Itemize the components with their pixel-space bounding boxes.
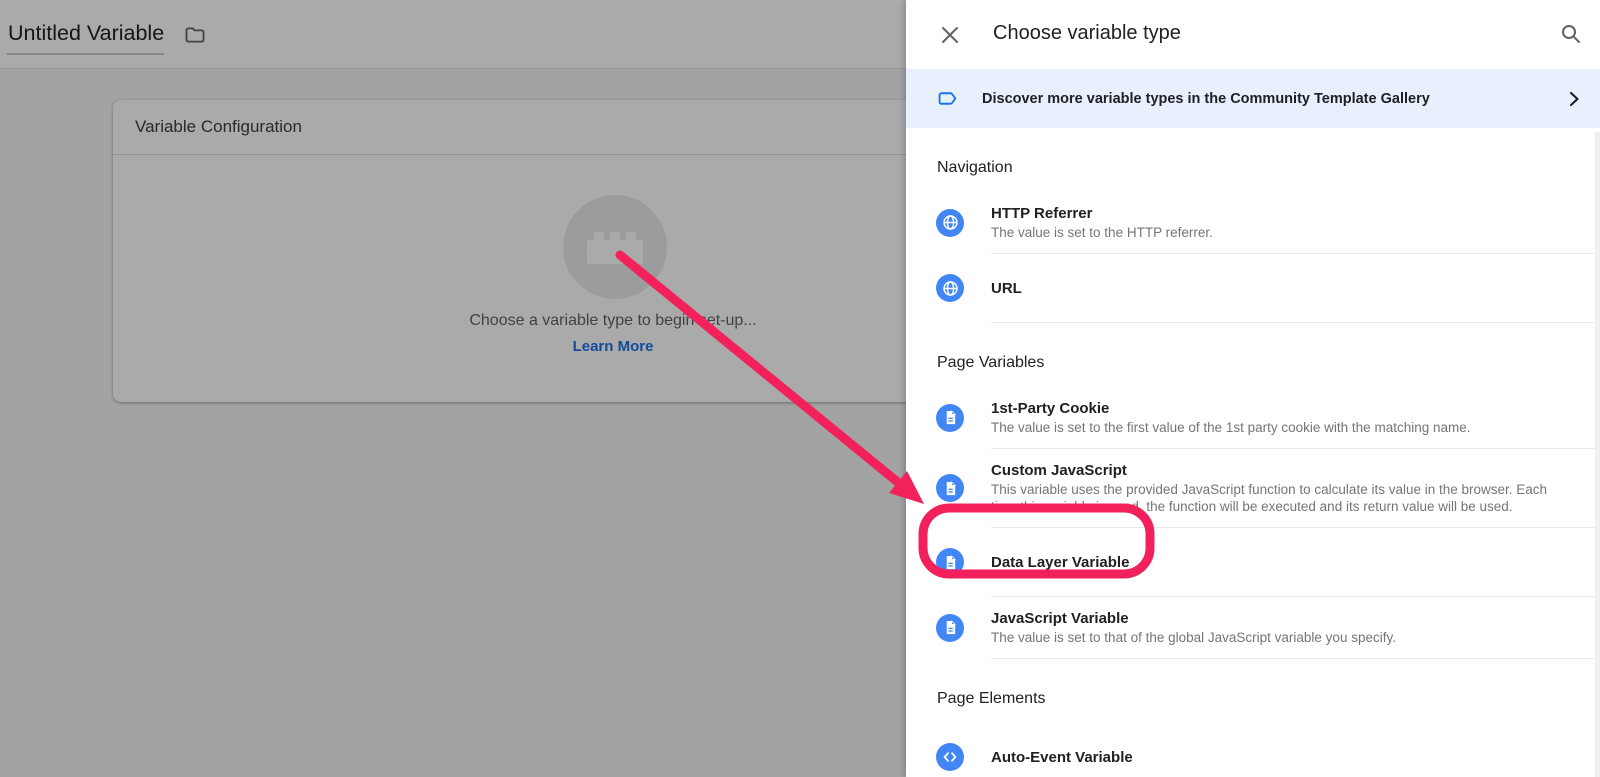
- variable-type-description: The value is set to that of the global J…: [991, 629, 1396, 646]
- close-icon[interactable]: [939, 24, 961, 51]
- variable-type-text: Data Layer Variable: [991, 553, 1129, 572]
- scrollbar[interactable]: [1595, 132, 1600, 777]
- variable-type-description: The value is set to the HTTP referrer.: [991, 224, 1213, 241]
- variable-type-text: 1st-Party CookieThe value is set to the …: [991, 399, 1471, 436]
- section-label-page-variables: Page Variables: [906, 323, 1600, 387]
- variable-type-title: HTTP Referrer: [991, 204, 1213, 223]
- document-icon: [936, 614, 964, 642]
- variable-type-data-layer-variable[interactable]: Data Layer Variable: [906, 528, 1600, 596]
- variable-type-title: 1st-Party Cookie: [991, 399, 1471, 418]
- document-icon: [936, 404, 964, 432]
- variable-type-title: Auto-Event Variable: [991, 748, 1133, 767]
- section-label-page-elements: Page Elements: [906, 659, 1600, 723]
- chevron-right-icon: [1564, 89, 1584, 114]
- variable-type-title: JavaScript Variable: [991, 609, 1396, 628]
- gtm-variable-editor: Untitled Variable Variable Configuration: [0, 0, 1600, 777]
- variable-type-title: Custom JavaScript: [991, 461, 1560, 480]
- code-icon: [936, 743, 964, 771]
- section-label-navigation: Navigation: [906, 128, 1600, 192]
- document-icon: [936, 548, 964, 576]
- globe-icon: [936, 274, 964, 302]
- variable-type-text: URL: [991, 279, 1022, 298]
- choose-variable-type-panel: Choose variable type Discover more varia…: [906, 0, 1600, 777]
- variable-type-text: HTTP ReferrerThe value is set to the HTT…: [991, 204, 1213, 241]
- variable-type-1st-party-cookie[interactable]: 1st-Party CookieThe value is set to the …: [906, 387, 1600, 448]
- label-icon: [938, 88, 959, 109]
- panel-header: Choose variable type: [906, 0, 1600, 69]
- document-icon: [936, 474, 964, 502]
- variable-type-url[interactable]: URL: [906, 254, 1600, 322]
- variable-type-title: Data Layer Variable: [991, 553, 1129, 572]
- variable-type-description: This variable uses the provided JavaScri…: [991, 481, 1560, 515]
- variable-type-custom-javascript[interactable]: Custom JavaScriptThis variable uses the …: [906, 449, 1600, 527]
- variable-type-http-referrer[interactable]: HTTP ReferrerThe value is set to the HTT…: [906, 192, 1600, 253]
- variable-type-text: JavaScript VariableThe value is set to t…: [991, 609, 1396, 646]
- variable-type-text: Auto-Event Variable: [991, 748, 1133, 767]
- variable-type-text: Custom JavaScriptThis variable uses the …: [991, 461, 1560, 515]
- panel-title: Choose variable type: [993, 22, 1181, 45]
- variable-type-title: URL: [991, 279, 1022, 298]
- community-template-gallery-banner[interactable]: Discover more variable types in the Comm…: [906, 69, 1600, 128]
- variable-type-javascript-variable[interactable]: JavaScript VariableThe value is set to t…: [906, 597, 1600, 658]
- search-icon[interactable]: [1559, 22, 1583, 51]
- variable-type-auto-event-variable[interactable]: Auto-Event Variable: [906, 723, 1600, 777]
- banner-text: Discover more variable types in the Comm…: [982, 91, 1430, 107]
- variable-type-description: The value is set to the first value of t…: [991, 419, 1471, 436]
- globe-icon: [936, 209, 964, 237]
- variable-type-list: NavigationHTTP ReferrerThe value is set …: [906, 128, 1600, 777]
